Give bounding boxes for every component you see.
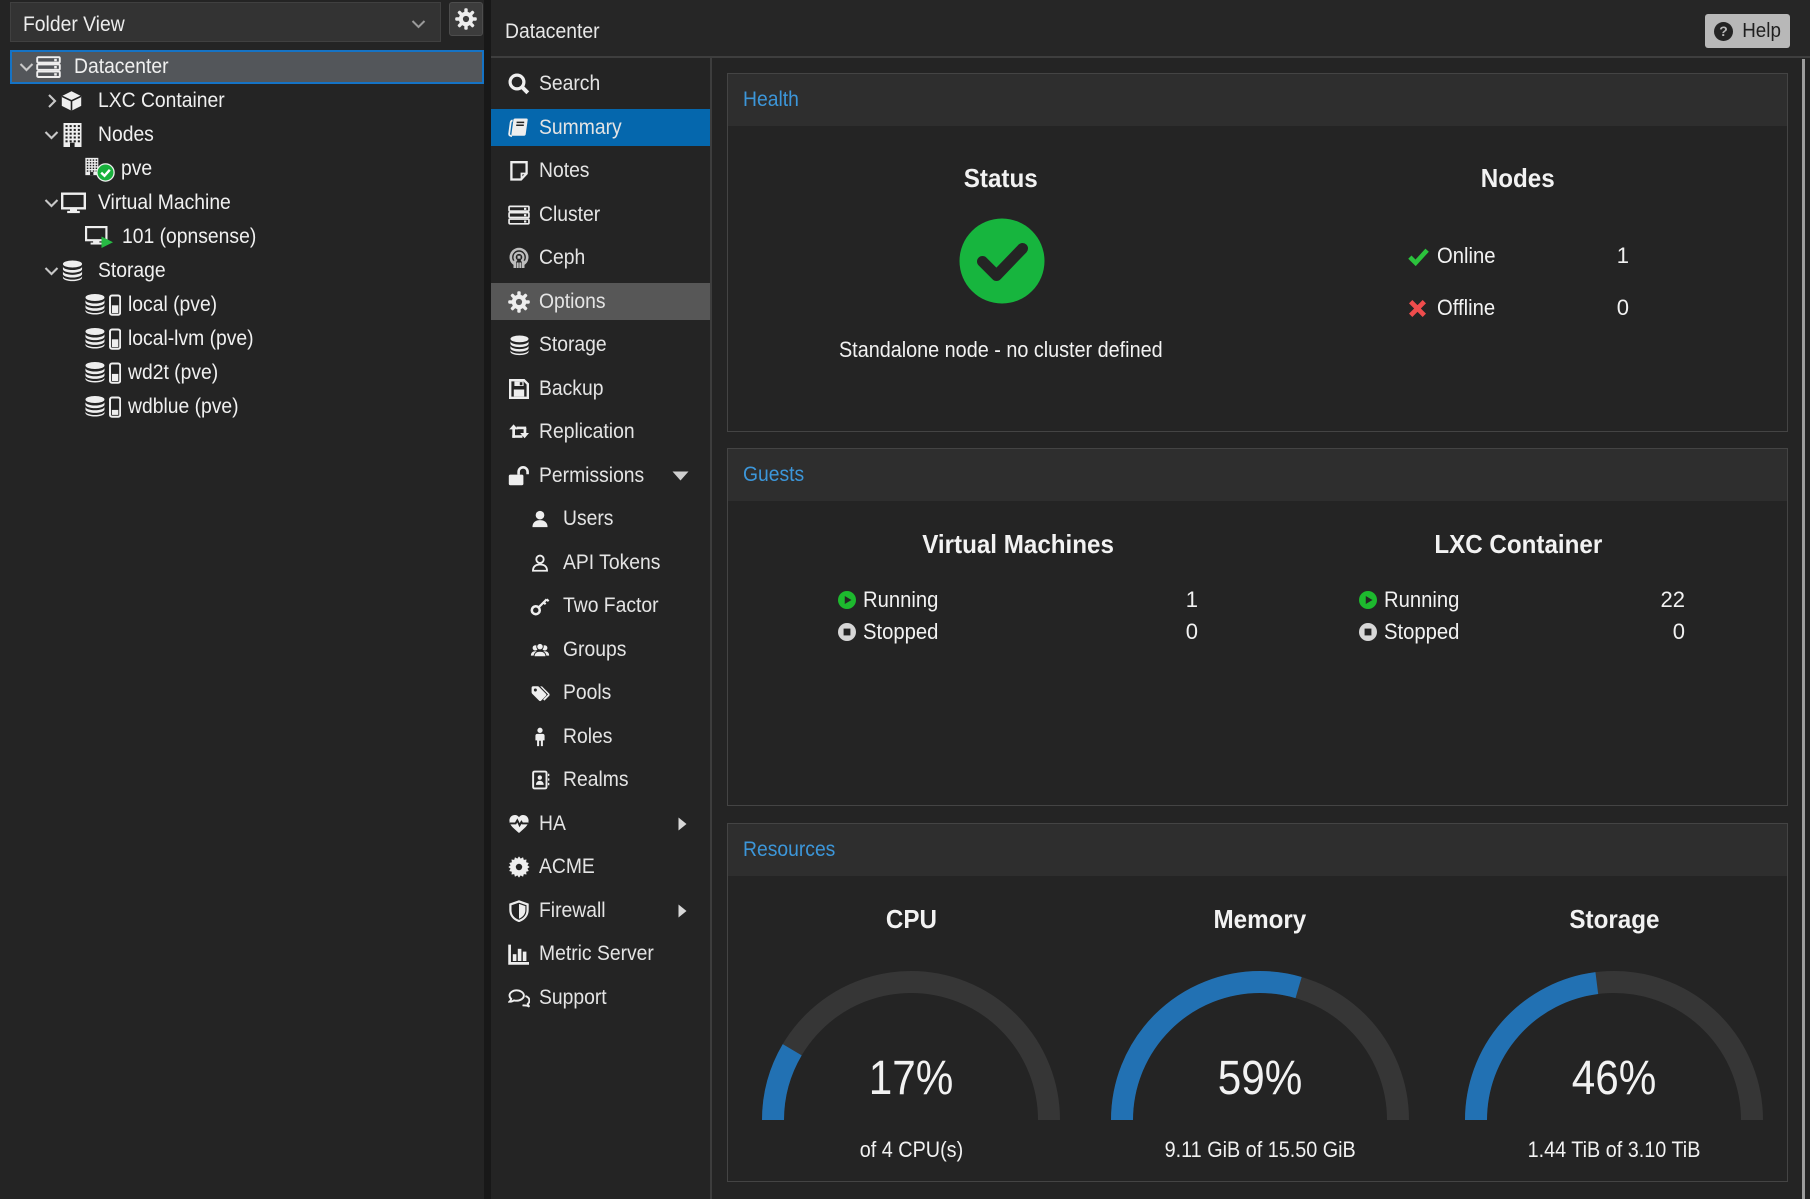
svg-text:?: ?: [1719, 23, 1728, 39]
